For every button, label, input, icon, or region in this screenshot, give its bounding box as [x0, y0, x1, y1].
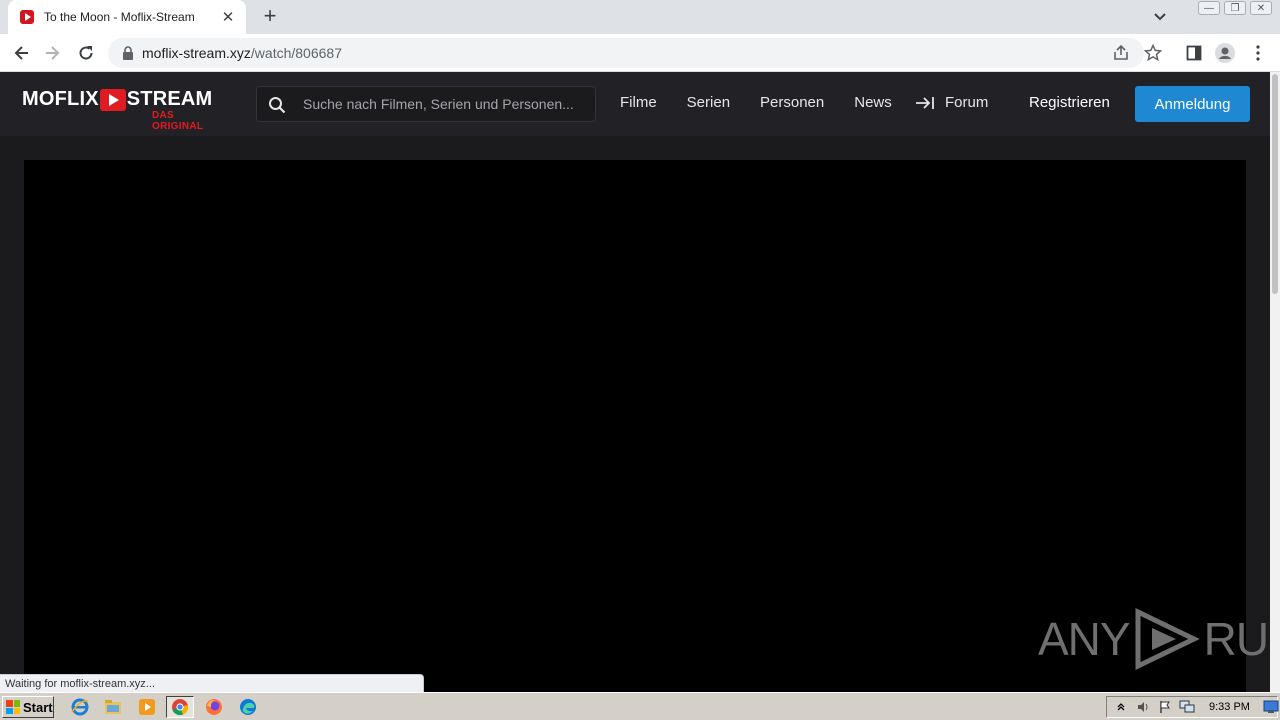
page-scrollbar[interactable]	[1270, 72, 1280, 692]
url-text: moflix-stream.xyz/watch/806687	[142, 45, 342, 61]
tray-expand-icon[interactable]	[1113, 699, 1129, 715]
arrow-right-bar-icon	[916, 96, 934, 109]
taskbar-clock[interactable]: 9:33 PM	[1209, 701, 1250, 713]
nav-link-filme[interactable]: Filme	[620, 94, 657, 111]
restore-button[interactable]: ❐	[1224, 1, 1246, 15]
address-bar[interactable]: moflix-stream.xyz/watch/806687	[108, 38, 1163, 68]
media-player-icon[interactable]	[133, 696, 161, 718]
volume-icon[interactable]	[1135, 699, 1151, 715]
nav-link-news[interactable]: News	[854, 94, 892, 111]
edge-icon[interactable]	[234, 696, 262, 718]
back-button[interactable]	[10, 41, 34, 65]
ie-icon[interactable]	[66, 696, 94, 718]
site-search-box	[256, 86, 596, 122]
logo-text-left: MOFLIX	[22, 88, 99, 110]
logo-wordmark: MOFLIX STREAM	[22, 88, 212, 111]
windows-flag-icon	[6, 700, 20, 714]
browser-toolbar: moflix-stream.xyz/watch/806687	[0, 34, 1280, 72]
windows-taskbar: Start 9:33 PM	[0, 692, 1280, 720]
bookmark-star-icon[interactable]	[1143, 43, 1163, 62]
nav-link-serien[interactable]: Serien	[687, 94, 730, 111]
forward-arrow-icon	[46, 46, 60, 60]
network-icon[interactable]	[1179, 699, 1195, 715]
watermark-text-left: ANY	[1038, 613, 1131, 665]
tab-title: To the Moon - Moflix-Stream	[44, 10, 195, 24]
chrome-menu-icon[interactable]	[1248, 43, 1268, 63]
profile-avatar-icon[interactable]	[1215, 43, 1235, 63]
browser-tab[interactable]: To the Moon - Moflix-Stream ✕	[8, 0, 246, 34]
play-triangle-logo-icon	[1135, 608, 1200, 670]
lock-icon	[123, 46, 133, 60]
search-icon[interactable]	[268, 96, 286, 114]
nav-link-personen[interactable]: Personen	[760, 94, 824, 111]
tab-close-button[interactable]: ✕	[220, 8, 236, 26]
site-logo[interactable]: MOFLIX STREAM DAS ORIGINAL	[22, 88, 222, 132]
scrollbar-thumb[interactable]	[1272, 74, 1278, 294]
show-desktop-icon[interactable]	[1263, 699, 1279, 715]
logo-text-right: STREAM	[126, 88, 213, 110]
search-input[interactable]	[303, 87, 589, 121]
minimize-button[interactable]: —	[1198, 1, 1220, 15]
start-label: Start	[23, 699, 53, 715]
back-arrow-icon	[14, 46, 28, 60]
new-tab-button[interactable]: +	[258, 5, 282, 29]
anyrun-watermark: ANY RUN	[1038, 608, 1270, 670]
login-button[interactable]: Anmeldung	[1135, 86, 1250, 122]
system-tray: 9:33 PM	[1106, 696, 1279, 718]
reload-button[interactable]	[74, 41, 98, 65]
action-center-flag-icon[interactable]	[1157, 699, 1173, 715]
tab-search-icon[interactable]	[1150, 8, 1170, 26]
close-window-button[interactable]: ✕	[1250, 1, 1272, 15]
url-path: /watch/806687	[250, 45, 342, 61]
browser-tab-strip: To the Moon - Moflix-Stream ✕ + — ❐ ✕	[0, 0, 1280, 34]
nav-link-forum[interactable]: Forum	[915, 94, 988, 111]
main-navigation: Filme Serien Personen News	[620, 94, 922, 111]
site-header: MOFLIX STREAM DAS ORIGINAL Filme Serien …	[0, 72, 1270, 136]
start-button[interactable]: Start	[2, 696, 54, 718]
logo-tagline: DAS ORIGINAL	[152, 110, 204, 132]
url-host: moflix-stream.xyz	[142, 45, 251, 61]
logo-play-icon	[99, 88, 126, 111]
forum-label: Forum	[945, 94, 989, 111]
side-panel-icon[interactable]	[1184, 43, 1204, 63]
watermark-text-right: RUN	[1203, 613, 1270, 665]
site-favicon-icon	[20, 10, 34, 24]
window-controls: — ❐ ✕	[1198, 1, 1272, 15]
firefox-icon[interactable]	[200, 696, 228, 718]
share-icon[interactable]	[1112, 44, 1130, 62]
chrome-icon[interactable]	[166, 696, 194, 718]
forward-button[interactable]	[40, 41, 64, 65]
register-link[interactable]: Registrieren	[1029, 94, 1110, 111]
browser-status-bubble: Waiting for moflix-stream.xyz...	[0, 674, 424, 692]
explorer-icon[interactable]	[99, 696, 127, 718]
reload-icon	[79, 46, 93, 60]
web-page: MOFLIX STREAM DAS ORIGINAL Filme Serien …	[0, 72, 1270, 692]
